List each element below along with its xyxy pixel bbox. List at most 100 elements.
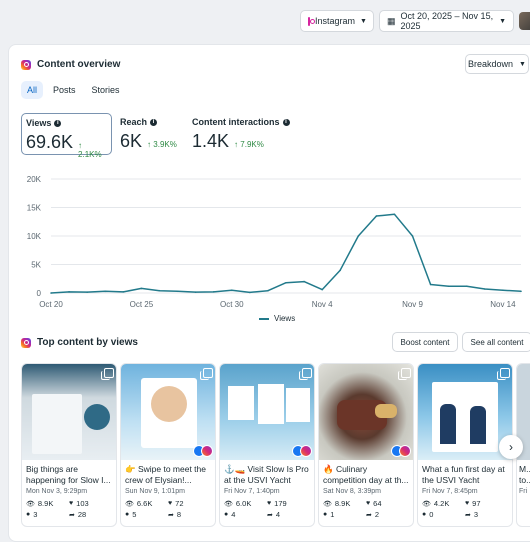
- data-point[interactable]: [339, 269, 342, 271]
- person-graphic: [470, 406, 486, 444]
- post-date: Fri: [519, 488, 528, 495]
- views-count: 6.6K: [136, 499, 153, 508]
- date-range-picker[interactable]: ▦ Oct 20, 2025 – Nov 15, 2025 ▼: [379, 10, 514, 32]
- content-type-tabs: All Posts Stories: [21, 81, 126, 99]
- data-point[interactable]: [176, 290, 179, 293]
- metric-reach[interactable]: Reach i 6K ↑ 3.9K%: [120, 113, 186, 155]
- comment-icon: ●: [422, 511, 427, 518]
- tab-stories[interactable]: Stories: [86, 81, 126, 99]
- info-icon[interactable]: i: [282, 118, 290, 126]
- see-all-content-button[interactable]: See all content: [462, 332, 530, 352]
- data-point[interactable]: [393, 213, 396, 216]
- carousel-icon: [101, 368, 114, 380]
- post-card[interactable]: ⚓🚤 Visit Slow Is Pro at the USVI Yacht S…: [219, 363, 315, 527]
- post-date: Sat Nov 8, 3:39pm: [323, 488, 381, 495]
- post-stats: 👁 8.9K ♥ 103 ● 3 ➦ 28: [22, 497, 116, 521]
- section-title: Content overview: [37, 59, 121, 70]
- comments-count: 4: [231, 510, 236, 519]
- data-point[interactable]: [357, 235, 360, 237]
- heart-icon: ♥: [465, 500, 470, 507]
- instagram-icon: [201, 445, 213, 457]
- legend-swatch: [259, 317, 269, 320]
- x-tick-label: Nov 4: [312, 300, 333, 309]
- post-card[interactable]: 🔥 Culinary competition day at th... Sat …: [318, 363, 414, 527]
- date-range-label: Oct 20, 2025 – Nov 15, 2025: [400, 11, 494, 31]
- logo-badge: [84, 404, 110, 430]
- post-title: Big things are happening for Slow I...: [26, 464, 111, 485]
- food-garnish: [375, 404, 397, 418]
- x-tick-label: Oct 30: [220, 300, 244, 309]
- data-point[interactable]: [249, 291, 251, 294]
- post-card[interactable]: 👉 Swipe to meet the crew of Elysian!... …: [120, 363, 216, 527]
- photo-frame: [286, 388, 310, 422]
- heart-icon: ♥: [69, 500, 74, 507]
- metric-change: ↑ 3.9K%: [147, 140, 177, 149]
- data-point[interactable]: [104, 290, 107, 293]
- carousel-next-button[interactable]: ›: [499, 435, 523, 459]
- metric-views[interactable]: Views i 69.6K ↑ 2.1K%: [21, 113, 112, 159]
- data-point[interactable]: [321, 288, 323, 291]
- tab-posts[interactable]: Posts: [47, 81, 82, 99]
- post-stats: 👁 4.2K ♥ 97 ● 0 ➦ 3: [418, 497, 512, 521]
- data-point[interactable]: [484, 288, 486, 290]
- data-point[interactable]: [375, 215, 378, 217]
- info-icon[interactable]: i: [54, 119, 62, 127]
- metric-content-interactions[interactable]: Content interactions i 1.4K ↑ 7.9K%: [192, 113, 302, 155]
- metric-label: Reach: [120, 117, 148, 127]
- data-point[interactable]: [465, 285, 468, 287]
- tab-all[interactable]: All: [21, 81, 44, 99]
- comment-icon: ●: [125, 511, 130, 518]
- data-point[interactable]: [158, 289, 161, 292]
- cross-post-badge: [292, 445, 312, 457]
- eye-icon: 👁: [422, 500, 431, 508]
- views-count: 8.9K: [37, 499, 54, 508]
- shares-count: 4: [275, 510, 281, 519]
- share-icon: ➦: [69, 511, 75, 519]
- data-point[interactable]: [50, 292, 52, 294]
- data-point[interactable]: [520, 290, 522, 293]
- legend-label: Views: [274, 314, 296, 323]
- post-thumbnail: [319, 364, 413, 460]
- x-tick-label: Oct 25: [130, 300, 154, 309]
- data-point[interactable]: [267, 289, 269, 292]
- data-point[interactable]: [411, 235, 414, 237]
- eye-icon: 👁: [26, 500, 35, 508]
- share-icon: ➦: [267, 511, 273, 519]
- breakdown-dropdown[interactable]: Breakdown ▼: [465, 54, 529, 74]
- chevron-right-icon: ›: [509, 440, 513, 454]
- eye-icon: 👁: [323, 500, 332, 508]
- data-point[interactable]: [194, 291, 197, 293]
- data-point[interactable]: [86, 291, 88, 293]
- top-bar: Instagram ▼ ▦ Oct 20, 2025 – Nov 15, 202…: [0, 0, 530, 40]
- data-point[interactable]: [447, 285, 450, 287]
- data-point[interactable]: [68, 291, 70, 293]
- post-card[interactable]: Big things are happening for Slow I... M…: [21, 363, 117, 527]
- post-stats: 👁 8.9K ♥ 64 ● 1 ➦ 2: [319, 497, 413, 521]
- data-point[interactable]: [230, 289, 233, 291]
- data-point[interactable]: [429, 283, 432, 286]
- data-point[interactable]: [502, 289, 504, 291]
- post-date: Fri Nov 7, 1:40pm: [224, 488, 280, 495]
- data-point[interactable]: [212, 291, 215, 293]
- views-count: 8.9K: [334, 499, 351, 508]
- post-title: M... to...: [519, 464, 530, 485]
- avatar[interactable]: [519, 12, 530, 30]
- carousel-icon: [398, 368, 411, 380]
- data-point[interactable]: [140, 287, 143, 290]
- chart-legend: Views: [259, 314, 295, 323]
- y-tick-label: 0: [37, 289, 42, 298]
- boost-content-button[interactable]: Boost content: [392, 332, 458, 352]
- metric-value: 69.6K: [26, 132, 74, 152]
- data-point[interactable]: [285, 281, 287, 284]
- post-thumbnail: [121, 364, 215, 460]
- likes-count: 97: [472, 499, 481, 508]
- views-count: 6.0K: [235, 499, 252, 508]
- data-point[interactable]: [303, 280, 305, 283]
- info-icon[interactable]: i: [150, 118, 158, 126]
- data-point[interactable]: [122, 291, 125, 293]
- calendar-icon: ▦: [387, 15, 396, 26]
- platform-selector[interactable]: Instagram ▼: [300, 10, 374, 32]
- series-line-views[interactable]: [50, 213, 522, 294]
- x-tick-label: Oct 20: [39, 300, 63, 309]
- comments-count: 5: [132, 510, 137, 519]
